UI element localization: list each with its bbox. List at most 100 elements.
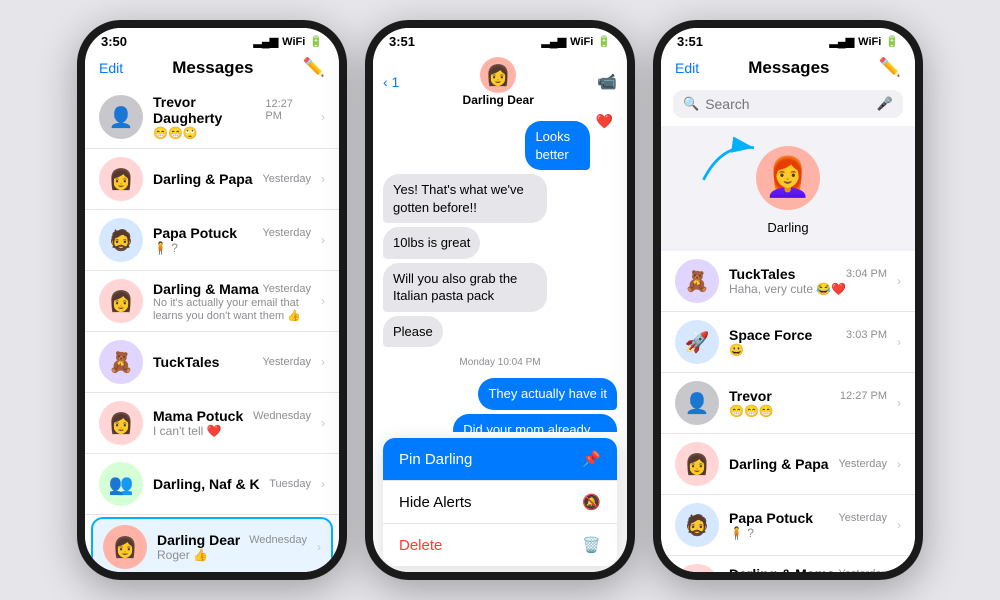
pin-darling-button[interactable]: Pin Darling 📌 [383, 438, 617, 481]
list-item[interactable]: 🧔 Papa Potuck Yesterday 🧍 ? › [661, 495, 915, 556]
list-item[interactable]: 👤 Trevor Daugherty 12:27 PM 😁😁🙄 › [85, 86, 339, 149]
compose-icon-3[interactable]: ✏️ [879, 57, 901, 78]
msg-content: Papa Potuck Yesterday 🧍 ? [153, 225, 311, 255]
battery-icon: 🔋 [309, 35, 323, 48]
chevron-icon: › [321, 294, 325, 308]
avatar: 👥 [99, 462, 143, 506]
hide-alerts-label: Hide Alerts [399, 494, 472, 511]
phone-2-inner: 3:51 ▂▄▆ WiFi 🔋 ‹ 1 👩 Darling Dear 📹 [373, 28, 627, 572]
bubble-sent: Looks better [525, 121, 589, 170]
pin-icon: 📌 [582, 450, 601, 468]
chevron-icon: › [321, 172, 325, 186]
contact-spotlight: 👩‍🦰 Darling [661, 126, 915, 251]
list-item[interactable]: 🧸 TuckTales Yesterday › [85, 332, 339, 393]
avatar: 👩 [99, 279, 143, 323]
nav-bar-1: Edit Messages ✏️ [85, 53, 339, 86]
msg-content: Darling Dear Wednesday Roger 👍 [157, 532, 307, 562]
chevron-icon: › [317, 540, 321, 554]
bubble-sent: They actually have it [478, 378, 617, 410]
list-item[interactable]: 👩 Darling & Mama Yesterday No it's actua… [661, 556, 915, 572]
signal-icon: ▂▄▆ [829, 35, 854, 48]
chevron-icon: › [897, 518, 901, 532]
trash-icon: 🗑️ [582, 536, 601, 554]
list-item[interactable]: 👩 Darling & Papa Yesterday › [661, 434, 915, 495]
chevron-icon: › [897, 457, 901, 471]
status-bar-2: 3:51 ▂▄▆ WiFi 🔋 [373, 28, 627, 53]
avatar: 👤 [675, 381, 719, 425]
signal-icon: ▂▄▆ [541, 35, 566, 48]
mic-icon[interactable]: 🎤 [877, 96, 893, 112]
messages-area: Looks better ❤️ Yes! That's what we've g… [373, 113, 627, 432]
list-item[interactable]: 👥 Darling, Naf & K Tuesday › [85, 454, 339, 515]
compose-icon-1[interactable]: ✏️ [303, 57, 325, 78]
avatar: 👩 [103, 525, 147, 569]
list-item[interactable]: 🧸 TuckTales 3:04 PM Haha, very cute 😂❤️ … [661, 251, 915, 312]
messages-title-3: Messages [748, 58, 829, 78]
status-icons-2: ▂▄▆ WiFi 🔋 [541, 35, 611, 48]
bell-off-icon: 🔕 [582, 493, 601, 511]
battery-icon: 🔋 [597, 35, 611, 48]
phone-3: 3:51 ▂▄▆ WiFi 🔋 Edit Messages ✏️ 🔍 🎤 [653, 20, 923, 580]
chat-avatar: 👩 [480, 57, 516, 93]
arrow-indicator [691, 134, 771, 189]
list-item[interactable]: 👩 Darling & Papa Yesterday › [85, 149, 339, 210]
edit-button-1[interactable]: Edit [99, 60, 123, 76]
avatar: 👤 [99, 95, 143, 139]
avatar: 👩 [99, 157, 143, 201]
day-label: Monday 10:04 PM [383, 357, 617, 368]
signal-icon: ▂▄▆ [253, 35, 278, 48]
avatar: 🧸 [675, 259, 719, 303]
bubble-received: Please [383, 316, 443, 348]
list-item[interactable]: 🧔 Papa Potuck Yesterday 🧍 ? › [85, 210, 339, 271]
msg-content: Darling, Naf & K Tuesday [153, 476, 311, 492]
list-item[interactable]: 👩 Mama Potuck Wednesday I can't tell ❤️ … [85, 393, 339, 454]
bubble-received: Will you also grab the Italian pasta pac… [383, 263, 547, 312]
avatar: 🧔 [675, 503, 719, 547]
search-bar-3: 🔍 🎤 [673, 90, 903, 118]
chevron-icon: › [321, 416, 325, 430]
wifi-icon: WiFi [858, 36, 881, 48]
avatar: 🧔 [99, 218, 143, 262]
phone-3-inner: 3:51 ▂▄▆ WiFi 🔋 Edit Messages ✏️ 🔍 🎤 [661, 28, 915, 572]
list-item-selected[interactable]: 👩 Darling Dear Wednesday Roger 👍 › [91, 517, 333, 572]
phone-2: 3:51 ▂▄▆ WiFi 🔋 ‹ 1 👩 Darling Dear 📹 [365, 20, 635, 580]
back-button[interactable]: ‹ 1 [383, 74, 399, 90]
battery-icon: 🔋 [885, 35, 899, 48]
status-icons-1: ▂▄▆ WiFi 🔋 [253, 35, 323, 48]
video-call-icon[interactable]: 📹 [597, 72, 617, 92]
search-icon: 🔍 [683, 96, 699, 112]
delete-button[interactable]: Delete 🗑️ [383, 524, 617, 566]
msg-content: Trevor Daugherty 12:27 PM 😁😁🙄 [153, 94, 311, 140]
edit-button-3[interactable]: Edit [675, 60, 699, 76]
list-item[interactable]: 🚀 Space Force 3:03 PM 😀 › [661, 312, 915, 373]
msg-content: Darling & Papa Yesterday [153, 171, 311, 187]
message-list-1: 👤 Trevor Daugherty 12:27 PM 😁😁🙄 › 👩 [85, 86, 339, 572]
phone-1: 3:50 ▂▄▆ WiFi 🔋 Edit Messages ✏️ 👤 [77, 20, 347, 580]
message-list-3: 🧸 TuckTales 3:04 PM Haha, very cute 😂❤️ … [661, 251, 915, 572]
chat-contact-name: Darling Dear [463, 93, 534, 107]
hide-alerts-button[interactable]: Hide Alerts 🔕 [383, 481, 617, 524]
search-input[interactable] [705, 96, 871, 112]
pin-label: Pin Darling [399, 451, 472, 468]
time-2: 3:51 [389, 34, 415, 49]
chevron-icon: › [321, 110, 325, 124]
context-menu: Pin Darling 📌 Hide Alerts 🔕 Delete 🗑️ [383, 438, 617, 566]
chevron-icon: › [897, 335, 901, 349]
msg-content: Darling & Mama Yesterday No it's actuall… [153, 281, 311, 322]
messages-title-1: Messages [172, 58, 253, 78]
list-item[interactable]: 👩 Darling & Mama Yesterday No it's actua… [85, 271, 339, 332]
list-item[interactable]: 👤 Trevor 12:27 PM 😁😁😁 › [661, 373, 915, 434]
msg-content: Mama Potuck Wednesday I can't tell ❤️ [153, 408, 311, 438]
chevron-icon: › [321, 233, 325, 247]
phones-container: 3:50 ▂▄▆ WiFi 🔋 Edit Messages ✏️ 👤 [57, 0, 943, 600]
status-bar-3: 3:51 ▂▄▆ WiFi 🔋 [661, 28, 915, 53]
time-3: 3:51 [677, 34, 703, 49]
avatar: 👩 [99, 401, 143, 445]
wifi-icon: WiFi [570, 36, 593, 48]
chevron-icon: › [897, 274, 901, 288]
phone-1-inner: 3:50 ▂▄▆ WiFi 🔋 Edit Messages ✏️ 👤 [85, 28, 339, 572]
bubble-sent: Did your mom already get it? [453, 414, 617, 432]
chevron-icon: › [321, 477, 325, 491]
avatar: 👩 [675, 442, 719, 486]
chevron-icon: › [897, 396, 901, 410]
